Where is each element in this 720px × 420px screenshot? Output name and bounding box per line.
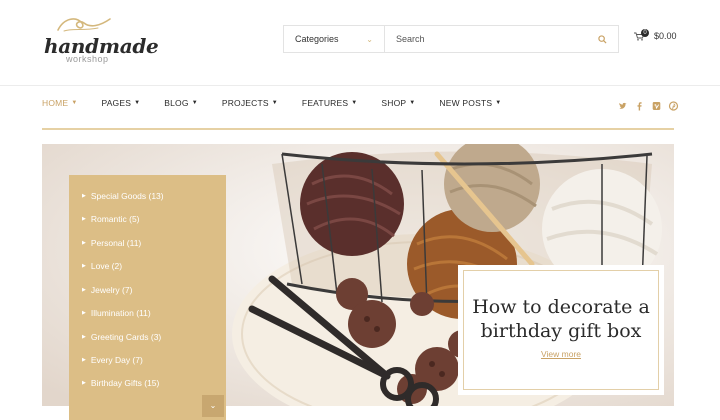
nav-item-label: HOME xyxy=(42,98,69,108)
cart-count-badge: 0 xyxy=(641,29,649,37)
facebook-icon[interactable] xyxy=(631,101,648,111)
vimeo-icon[interactable] xyxy=(648,101,665,111)
category-label: Romantic (5) xyxy=(90,214,140,224)
logo-swirl-icon xyxy=(57,18,111,32)
category-label: Jewelry (7) xyxy=(90,285,133,295)
search-icon[interactable] xyxy=(598,34,607,44)
category-item[interactable]: ▶ Romantic (5) xyxy=(82,214,140,224)
category-label: Love (2) xyxy=(90,261,123,271)
view-more-link[interactable]: View more xyxy=(458,349,664,359)
nav-divider xyxy=(42,128,674,130)
nav-item-pages[interactable]: PAGES ▼ xyxy=(101,98,140,108)
chevron-down-icon: ⌄ xyxy=(209,401,217,410)
nav-item-label: PROJECTS xyxy=(221,98,269,108)
promo-title: How to decorate a birthday gift box xyxy=(472,296,650,342)
cart-button[interactable]: 0 $0.00 xyxy=(634,29,677,41)
search-input[interactable] xyxy=(396,34,586,44)
nav-item-shop[interactable]: SHOP ▼ xyxy=(381,98,415,108)
nav-item-new-posts[interactable]: NEW POSTS ▼ xyxy=(439,98,501,108)
nav-item-label: FEATURES xyxy=(301,98,349,108)
caret-down-icon: ▼ xyxy=(134,100,141,106)
category-label: Personal (11) xyxy=(90,238,142,248)
category-label: Special Goods (13) xyxy=(90,191,164,201)
category-item[interactable]: ▶ Special Goods (13) xyxy=(82,191,164,201)
search-bar: Categories ⌄ xyxy=(283,25,619,53)
bullet-icon: ▶ xyxy=(82,287,86,293)
bullet-icon: ▶ xyxy=(82,216,86,222)
category-item[interactable]: ▶ Personal (11) xyxy=(82,238,141,248)
site-logo[interactable]: handmade workshop xyxy=(40,14,159,66)
category-select-label: Categories xyxy=(295,34,339,44)
category-item[interactable]: ▶ Love (2) xyxy=(82,261,122,271)
nav-item-features[interactable]: FEATURES ▼ xyxy=(302,98,357,108)
caret-down-icon: ▼ xyxy=(271,100,278,106)
caret-down-icon: ▼ xyxy=(495,100,502,106)
logo-subtitle: workshop xyxy=(66,54,109,64)
header-divider xyxy=(0,85,720,86)
bullet-icon: ▶ xyxy=(82,193,86,199)
pinterest-icon[interactable] xyxy=(665,101,682,111)
social-links xyxy=(614,101,682,111)
category-item[interactable]: ▶ Greeting Cards (3) xyxy=(82,332,161,342)
search-field xyxy=(385,26,618,52)
chevron-down-icon: ⌄ xyxy=(366,34,373,44)
category-panel: ▶ Special Goods (13) ▶ Romantic (5) ▶ Perso… xyxy=(69,175,226,420)
nav-item-label: PAGES xyxy=(101,98,132,108)
category-item[interactable]: ▶ Jewelry (7) xyxy=(82,285,132,295)
bullet-icon: ▶ xyxy=(82,334,86,340)
twitter-icon[interactable] xyxy=(614,101,631,111)
category-label: Every Day (7) xyxy=(90,355,143,365)
bullet-icon: ▶ xyxy=(82,357,86,363)
nav-item-label: BLOG xyxy=(164,98,189,108)
nav-item-label: NEW POSTS xyxy=(439,98,493,108)
bullet-icon: ▶ xyxy=(82,240,86,246)
category-select[interactable]: Categories ⌄ xyxy=(284,26,385,52)
caret-down-icon: ▼ xyxy=(191,100,198,106)
category-item[interactable]: ▶ Birthday Gifts (15) xyxy=(82,378,159,388)
bullet-icon: ▶ xyxy=(82,310,86,316)
category-label: Greeting Cards (3) xyxy=(90,332,162,342)
category-item[interactable]: ▶ Illumination (11) xyxy=(82,308,151,318)
category-item[interactable]: ▶ Every Day (7) xyxy=(82,355,143,365)
nav-item-label: SHOP xyxy=(381,98,407,108)
bullet-icon: ▶ xyxy=(82,380,86,386)
category-label: Illumination (11) xyxy=(90,308,151,318)
cart-total: $0.00 xyxy=(654,31,677,41)
caret-down-icon: ▼ xyxy=(71,100,78,106)
nav-item-home[interactable]: HOME ▼ xyxy=(42,98,77,108)
bullet-icon: ▶ xyxy=(82,263,86,269)
caret-down-icon: ▼ xyxy=(409,100,416,106)
nav-item-projects[interactable]: PROJECTS ▼ xyxy=(222,98,278,108)
promo-card: How to decorate a birthday gift box View… xyxy=(458,265,664,395)
category-label: Birthday Gifts (15) xyxy=(90,378,160,388)
nav-item-blog[interactable]: BLOG ▼ xyxy=(164,98,198,108)
main-nav: HOME ▼ PAGES ▼ BLOG ▼ PROJECTS ▼ FEATURES ▼ S… xyxy=(42,98,525,108)
category-expand-button[interactable]: ⌄ xyxy=(202,395,224,417)
caret-down-icon: ▼ xyxy=(351,100,358,106)
